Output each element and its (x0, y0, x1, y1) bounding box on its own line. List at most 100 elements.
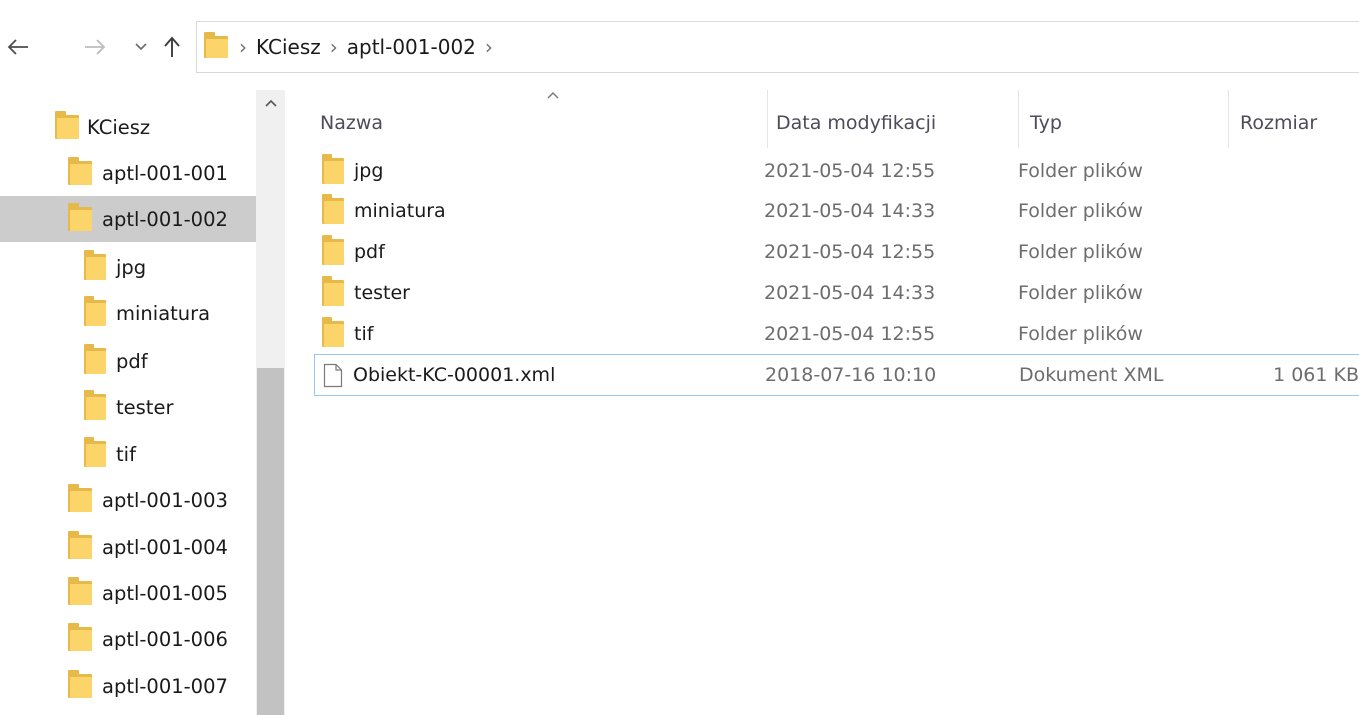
file-name-cell: jpg (322, 151, 383, 191)
column-header-type[interactable]: Typ (1030, 98, 1062, 148)
breadcrumb-aptl-001-002[interactable]: aptl-001-002 (347, 35, 476, 59)
file-type: Dokument XML (1019, 364, 1164, 386)
document-icon (323, 363, 343, 387)
file-type: Folder plików (1018, 160, 1143, 182)
file-name-cell: miniatura (322, 191, 446, 231)
file-name: miniatura (354, 200, 446, 222)
list-item-jpg[interactable]: jpg 2021-05-04 12:55 Folder plików (314, 151, 1359, 191)
sidebar-item-tif[interactable]: tif (0, 431, 256, 477)
sidebar-item-aptl-001-001[interactable]: aptl-001-001 (0, 150, 256, 196)
sidebar-scrollbar[interactable] (256, 90, 285, 715)
sidebar-item-jpg[interactable]: jpg (0, 244, 256, 290)
file-date: 2021-05-04 12:55 (764, 160, 936, 182)
sidebar-item-label: miniatura (116, 301, 211, 325)
folder-icon (322, 276, 344, 306)
file-list: Nazwa Data modyfikacji Typ Rozmiar jpg 2… (300, 90, 1359, 715)
file-date: 2021-05-04 14:33 (764, 282, 936, 304)
folder-icon (84, 344, 106, 374)
scroll-up-arrow-icon[interactable] (256, 90, 285, 116)
column-header-name[interactable]: Nazwa (320, 98, 383, 148)
folder-icon (322, 317, 344, 347)
breadcrumb-separator[interactable]: › (485, 37, 493, 57)
list-item-tester[interactable]: tester 2021-05-04 14:33 Folder plików (314, 273, 1359, 313)
sidebar-item-label: jpg (116, 255, 147, 279)
file-date: 2021-05-04 12:55 (764, 241, 936, 263)
file-date: 2021-05-04 14:33 (764, 200, 936, 222)
sidebar-item-label: aptl-001-007 (102, 674, 228, 698)
folder-icon (84, 296, 106, 326)
sidebar-item-kciesz[interactable]: KCiesz (0, 104, 256, 150)
scrollbar-thumb[interactable] (257, 368, 284, 715)
folder-icon (68, 531, 92, 559)
column-header-date[interactable]: Data modyfikacji (776, 98, 936, 148)
sidebar-item-label: aptl-001-005 (102, 581, 228, 605)
sidebar-item-aptl-001-003[interactable]: aptl-001-003 (0, 477, 256, 523)
list-item-tif[interactable]: tif 2021-05-04 12:55 Folder plików (314, 314, 1359, 354)
list-item-miniatura[interactable]: miniatura 2021-05-04 14:33 Folder plików (314, 191, 1359, 231)
sidebar-item-label: pdf (116, 349, 148, 373)
breadcrumb-kciesz[interactable]: KCiesz (256, 35, 321, 59)
file-name-cell: Obiekt-KC-00001.xml (323, 355, 555, 395)
breadcrumb-separator[interactable]: › (330, 37, 338, 57)
list-item-obiekt-xml[interactable]: Obiekt-KC-00001.xml 2018-07-16 10:10 Dok… (314, 354, 1359, 396)
sort-ascending-icon (547, 91, 559, 99)
folder-icon (68, 577, 92, 605)
sidebar-item-label: aptl-001-001 (102, 161, 228, 185)
sidebar-item-aptl-001-002[interactable]: aptl-001-002 (0, 196, 256, 242)
folder-icon (68, 670, 92, 698)
back-arrow-icon[interactable] (2, 33, 34, 61)
file-type: Folder plików (1018, 241, 1143, 263)
file-type: Folder plików (1018, 323, 1143, 345)
sidebar-item-label: aptl-001-004 (102, 535, 228, 559)
file-date: 2018-07-16 10:10 (765, 364, 937, 386)
column-header-size[interactable]: Rozmiar (1240, 98, 1317, 148)
file-name: pdf (354, 241, 385, 263)
sidebar-item-label: aptl-001-002 (102, 207, 228, 231)
sidebar-item-label: tester (116, 395, 174, 419)
file-explorer-window: › KCiesz › aptl-001-002 › KCiesz aptl-00… (0, 0, 1359, 715)
file-type: Folder plików (1018, 200, 1143, 222)
address-bar[interactable]: › KCiesz › aptl-001-002 › (196, 21, 1359, 73)
file-name: tif (354, 323, 374, 345)
sidebar-item-tester[interactable]: tester (0, 384, 256, 430)
navigation-bar: › KCiesz › aptl-001-002 › (0, 0, 1359, 90)
folder-icon (322, 235, 344, 265)
folder-icon (68, 623, 92, 651)
sidebar-item-label: aptl-001-003 (102, 488, 228, 512)
folder-icon (68, 157, 92, 185)
breadcrumb-separator[interactable]: › (239, 37, 247, 57)
forward-arrow-icon[interactable] (80, 33, 110, 61)
folder-icon (55, 111, 79, 139)
file-date: 2021-05-04 12:55 (764, 323, 936, 345)
file-name-cell: tester (322, 273, 410, 313)
folder-icon (84, 437, 106, 467)
up-arrow-icon[interactable] (158, 33, 186, 61)
column-divider[interactable] (1018, 90, 1019, 148)
folder-icon (204, 32, 230, 61)
file-name: tester (354, 282, 410, 304)
navigation-pane: KCiesz aptl-001-001 aptl-001-002 jpg min… (0, 90, 256, 715)
file-type: Folder plików (1018, 282, 1143, 304)
sidebar-item-aptl-001-006[interactable]: aptl-001-006 (0, 616, 256, 662)
sidebar-item-pdf[interactable]: pdf (0, 338, 256, 384)
folder-icon (84, 390, 106, 420)
folder-icon (322, 154, 344, 184)
file-name-cell: tif (322, 314, 373, 354)
sidebar-item-aptl-001-005[interactable]: aptl-001-005 (0, 570, 256, 616)
chevron-down-icon[interactable] (132, 33, 150, 61)
sidebar-item-aptl-001-007[interactable]: aptl-001-007 (0, 663, 256, 709)
sidebar-item-label: aptl-001-006 (102, 627, 228, 651)
file-name: Obiekt-KC-00001.xml (353, 364, 556, 386)
sidebar-item-label: KCiesz (87, 115, 151, 139)
sidebar-item-aptl-001-004[interactable]: aptl-001-004 (0, 524, 256, 570)
column-divider[interactable] (1228, 90, 1229, 148)
sidebar-item-miniatura[interactable]: miniatura (0, 290, 256, 336)
sidebar-item-label: tif (116, 442, 136, 466)
file-name-cell: pdf (322, 232, 385, 272)
column-divider[interactable] (767, 90, 768, 148)
folder-icon (322, 194, 344, 224)
file-size: 1 061 KB (1273, 364, 1359, 386)
folder-icon (84, 250, 106, 280)
folder-icon (68, 203, 92, 231)
list-item-pdf[interactable]: pdf 2021-05-04 12:55 Folder plików (314, 232, 1359, 272)
